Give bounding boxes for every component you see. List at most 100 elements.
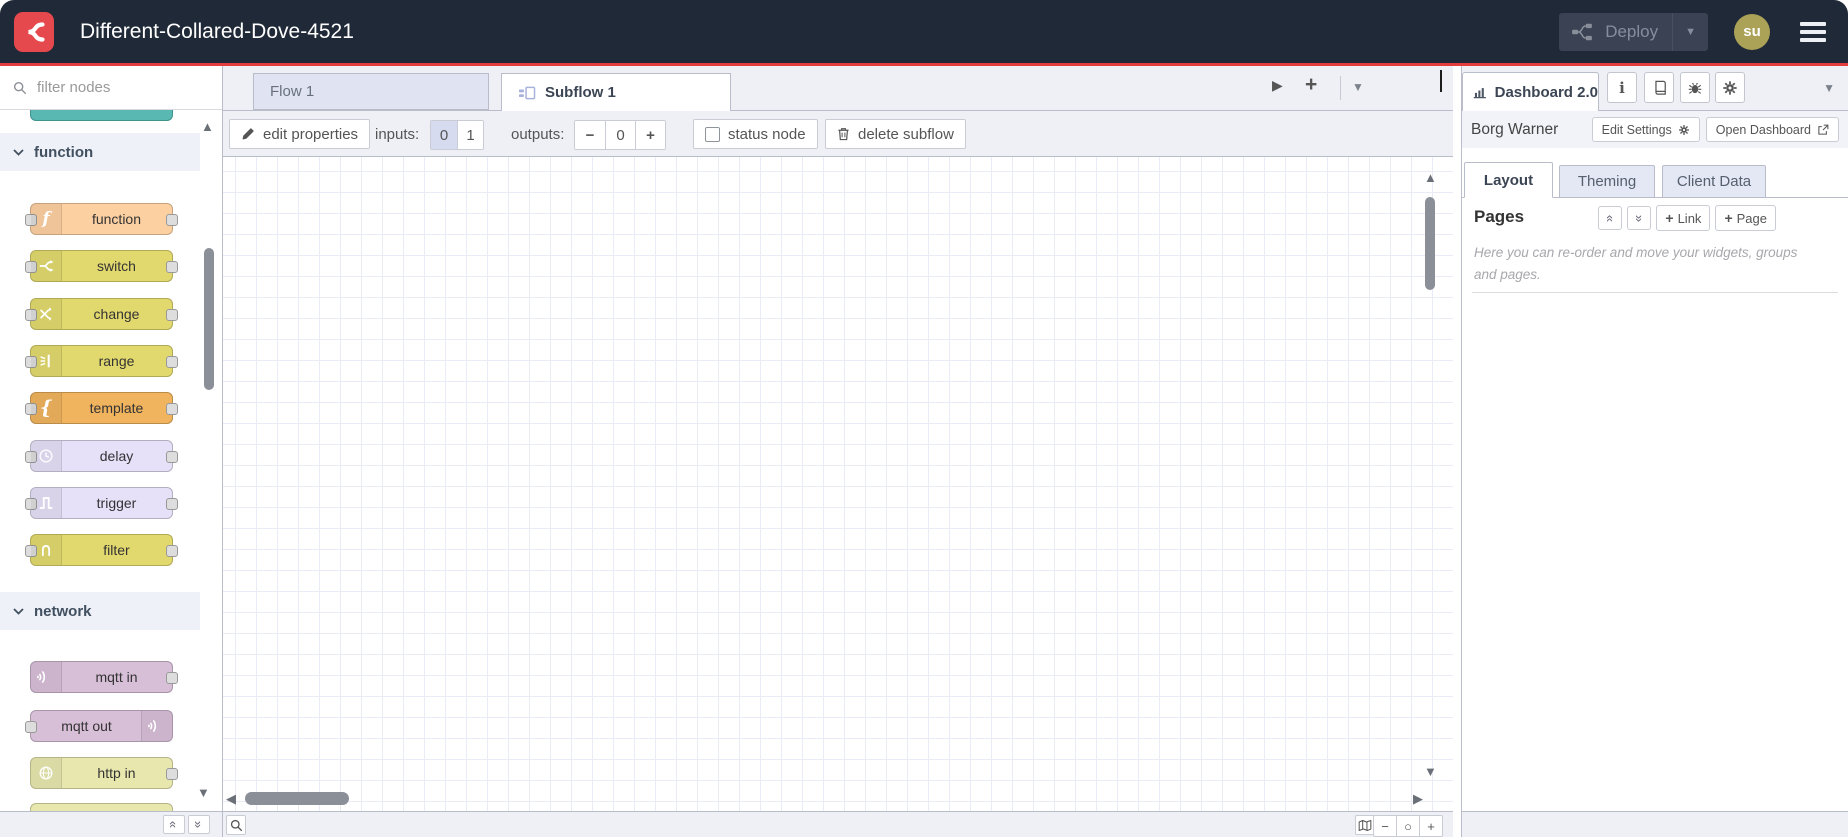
zoom-controls: − ○ +: [1373, 815, 1443, 837]
expand-all-pages-button[interactable]: »: [1627, 206, 1652, 230]
tab-subflow-1[interactable]: Subflow 1: [501, 73, 731, 111]
header-actions: Deploy ▼ su: [1559, 12, 1830, 51]
expand-all-categories-button[interactable]: »: [188, 815, 210, 834]
change-node-icon: [31, 299, 62, 329]
palette-node-mqtt-in[interactable]: mqtt in: [30, 661, 178, 693]
palette-footer: « »: [0, 811, 222, 837]
edit-settings-button[interactable]: Edit Settings: [1591, 117, 1700, 142]
palette-node-http-in[interactable]: http in: [30, 757, 178, 789]
canvas-scroll-left-icon[interactable]: ◀: [226, 792, 236, 805]
deploy-caret-icon[interactable]: ▼: [1672, 12, 1708, 51]
search-icon: [230, 819, 242, 831]
bar-chart-icon: [1473, 88, 1486, 99]
palette-node-mqtt-out[interactable]: mqtt out: [25, 710, 173, 742]
subtab-client-data[interactable]: Client Data: [1662, 165, 1766, 198]
dashboard-instance-name: Borg Warner: [1471, 120, 1559, 138]
filter-nodes-input[interactable]: [35, 78, 189, 97]
status-node-toggle-button[interactable]: status node: [693, 119, 818, 149]
zoom-in-button[interactable]: +: [1419, 816, 1442, 836]
add-page-button[interactable]: + Page: [1715, 205, 1776, 231]
info-icon: i: [1619, 78, 1625, 97]
inputs-option-0[interactable]: 0: [431, 121, 457, 149]
zoom-reset-button[interactable]: ○: [1396, 816, 1419, 836]
palette-node-filter[interactable]: filter: [25, 534, 178, 566]
node-output-port: [166, 356, 178, 368]
palette-scroll-up-icon[interactable]: ▲: [201, 120, 214, 133]
help-tab-button[interactable]: [1644, 72, 1674, 103]
canvas-vscrollbar-thumb[interactable]: [1425, 197, 1435, 290]
outputs-increase-button[interactable]: +: [635, 121, 665, 149]
deploy-button[interactable]: Deploy ▼: [1559, 12, 1708, 51]
flow-tab-bar: Flow 1 Subflow 1 ▶ + ▼: [223, 66, 1453, 111]
search-flows-button[interactable]: [226, 815, 246, 835]
sidebar-tab-bar: Dashboard 2.0 i ▼: [1462, 66, 1848, 111]
subflow-icon: [519, 86, 536, 99]
trigger-node-icon: [31, 488, 62, 518]
palette-node-partial-top[interactable]: [30, 110, 173, 121]
add-link-button[interactable]: + Link: [1656, 205, 1711, 231]
trash-icon: [838, 128, 849, 141]
palette-node-function[interactable]: f function: [25, 203, 178, 235]
node-output-port: [166, 309, 178, 321]
canvas-scroll-down-icon[interactable]: ▼: [1424, 765, 1437, 778]
globe-icon: [31, 758, 62, 788]
template-node-icon: {: [31, 393, 62, 423]
instance-title: Different-Collared-Dove-4521: [80, 19, 354, 43]
palette-node-switch[interactable]: switch: [25, 250, 178, 282]
subtab-layout[interactable]: Layout: [1464, 162, 1553, 198]
palette-node-change[interactable]: change: [25, 298, 178, 330]
node-output-port: [166, 545, 178, 557]
palette-scroll-down-icon[interactable]: ▼: [197, 786, 210, 799]
canvas-scroll-up-icon[interactable]: ▲: [1424, 171, 1437, 184]
config-nodes-tab-button[interactable]: [1715, 72, 1745, 103]
palette-category-function[interactable]: function: [0, 133, 200, 171]
pages-help-text: Here you can re-order and move your widg…: [1474, 245, 1798, 282]
flow-list-caret-icon[interactable]: ▼: [1352, 81, 1364, 93]
user-avatar[interactable]: su: [1734, 13, 1770, 50]
status-node-checkbox[interactable]: [705, 126, 720, 142]
palette-category-network[interactable]: network: [0, 592, 200, 630]
bug-icon: [1688, 82, 1702, 94]
gear-icon: [1678, 124, 1689, 135]
switch-node-icon: [31, 251, 62, 281]
filter-node-icon: [31, 535, 62, 565]
subtab-theming[interactable]: Theming: [1559, 165, 1655, 198]
category-label: network: [34, 602, 92, 620]
node-output-port: [166, 498, 178, 510]
delete-subflow-button[interactable]: delete subflow: [825, 119, 966, 149]
outputs-label: outputs:: [511, 126, 565, 143]
palette-node-range[interactable]: range: [25, 345, 178, 377]
canvas-scroll-right-icon[interactable]: ▶: [1413, 792, 1423, 805]
inputs-option-1[interactable]: 1: [457, 121, 483, 149]
debug-tab-button[interactable]: [1680, 72, 1710, 103]
tab-scroll-next-icon[interactable]: ▶: [1272, 78, 1283, 92]
node-palette: function f function switch: [0, 66, 223, 837]
palette-node-template[interactable]: { template: [25, 392, 178, 424]
deploy-icon: [1559, 22, 1597, 42]
pencil-icon: [242, 128, 254, 140]
collapse-all-categories-button[interactable]: «: [163, 815, 185, 834]
chevron-down-icon: [13, 607, 24, 615]
canvas-hscrollbar-thumb[interactable]: [245, 792, 349, 805]
sidebar-menu-caret-icon[interactable]: ▼: [1823, 82, 1835, 94]
outputs-value[interactable]: 0: [605, 121, 635, 149]
node-output-port: [166, 768, 178, 780]
flow-canvas-grid[interactable]: [223, 157, 1453, 811]
add-flow-button[interactable]: +: [1305, 74, 1317, 95]
panel-splitter[interactable]: [1453, 66, 1461, 837]
collapse-all-pages-button[interactable]: «: [1598, 206, 1623, 230]
palette-node-delay[interactable]: delay: [25, 440, 178, 472]
edit-properties-button[interactable]: edit properties: [229, 119, 371, 149]
canvas-footer: − ○ +: [223, 811, 1453, 837]
palette-node-trigger[interactable]: trigger: [25, 487, 178, 519]
node-output-port: [166, 672, 178, 684]
tab-flow-1[interactable]: Flow 1: [253, 73, 489, 110]
outputs-decrease-button[interactable]: −: [575, 121, 605, 149]
main-menu-icon[interactable]: [1796, 18, 1830, 46]
info-tab-button[interactable]: i: [1607, 72, 1637, 103]
minimap-toggle-button[interactable]: [1355, 815, 1375, 835]
tab-dashboard-2[interactable]: Dashboard 2.0: [1462, 72, 1599, 111]
palette-scrollbar-thumb[interactable]: [204, 248, 214, 390]
open-dashboard-button[interactable]: Open Dashboard: [1705, 117, 1839, 142]
zoom-out-button[interactable]: −: [1374, 816, 1396, 836]
